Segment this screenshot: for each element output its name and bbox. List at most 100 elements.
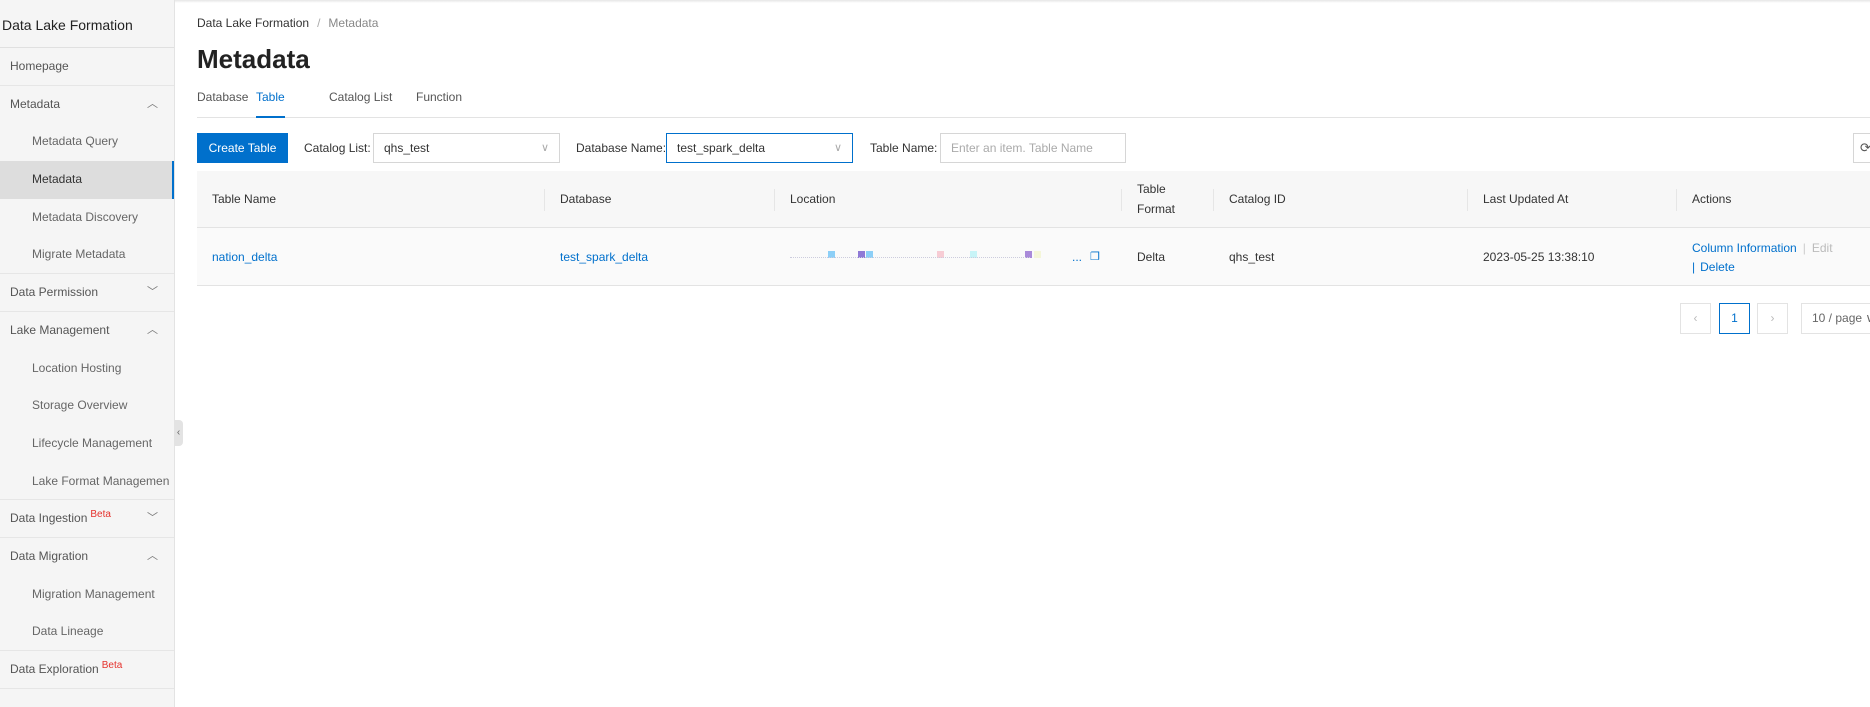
top-shadow [0,0,1870,3]
column-header: Actions [1692,191,1732,206]
chevron-up-icon: ︿ [147,549,158,562]
sidebar-item-metadata[interactable]: Metadata ︿ [0,86,174,124]
sidebar-item-label: Metadata Discovery [32,209,139,224]
sidebar-item-lake-management[interactable]: Lake Management ︿ [0,312,174,350]
column-divider [1121,189,1122,211]
column-header: Catalog ID [1229,191,1286,206]
breadcrumb: Data Lake Formation / Metadata [197,16,378,30]
sidebar-item-metadata-query[interactable]: Metadata Query [0,123,174,161]
chevron-down-icon: ∨ [1865,311,1870,325]
column-divider [544,189,545,211]
sidebar-item-data-ingestion[interactable]: Data Ingestion Beta ﹀ [0,500,174,538]
sidebar-title: Data Lake Formation [0,0,174,48]
sidebar-item-label: Lake Management [10,322,110,337]
next-page-button[interactable]: › [1757,303,1788,334]
beta-badge: Beta [90,509,111,521]
column-header: Database [560,191,612,206]
tab-catalog-list[interactable]: Catalog List [329,90,392,118]
column-header: Table Format [1137,182,1176,216]
refresh-button[interactable]: ⟳ [1853,133,1870,163]
database-name-label: Database Name: [576,141,667,155]
tab-database[interactable]: Database [197,90,248,118]
last-updated-cell: 2023-05-25 13:38:10 [1483,250,1595,264]
table-name-link[interactable]: nation_delta [212,228,277,286]
sidebar-item-metadata-discovery[interactable]: Metadata Discovery [0,199,174,237]
chevron-up-icon: ︿ [147,97,158,110]
breadcrumb-separator: / [317,16,321,30]
table-name-label: Table Name: [870,141,938,155]
sidebar-item-label: Data Permission [10,285,99,300]
table-row: nation_delta test_spark_delta ... ❐ Delt… [197,228,1870,286]
sidebar-item-location-hosting[interactable]: Location Hosting [0,350,174,388]
breadcrumb-root[interactable]: Data Lake Formation [197,16,309,30]
sidebar-item-label: Metadata [10,96,61,111]
edit-link[interactable]: Edit [1812,241,1833,255]
sidebar-item-label: Migration Management [32,586,155,601]
catalog-list-label: Catalog List: [304,141,371,155]
sidebar-item-homepage[interactable]: Homepage [0,48,174,86]
create-table-button[interactable]: Create Table [197,133,288,163]
table-name-input[interactable]: Enter an item. Table Name [940,133,1126,163]
column-header: Location [790,191,836,206]
sidebar-item-data-exploration[interactable]: Data Exploration Beta [0,651,174,689]
chevron-down-icon: ﹀ [147,286,158,299]
catalog-id-cell: qhs_test [1229,250,1275,264]
sidebar-item-storage-overview[interactable]: Storage Overview [0,387,174,425]
sidebar-item-label: Lifecycle Management [32,435,153,450]
copy-icon[interactable]: ❐ [1090,228,1100,286]
location-ellipsis: ... [1072,250,1083,264]
sidebar-item-label: Metadata [32,172,83,187]
collapse-sidebar-handle[interactable]: ‹ [174,420,183,446]
breadcrumb-current: Metadata [328,16,379,30]
table-header: Table Name Database Location Table Forma… [197,171,1870,228]
sidebar-item-label: Location Hosting [32,360,122,375]
sidebar-item-lifecycle-management[interactable]: Lifecycle Management [0,425,174,463]
database-name-value: test_spark_delta [677,141,766,155]
sidebar-item-label: Migrate Metadata [32,247,126,262]
sidebar-item-label: Data Exploration [10,662,99,676]
column-divider [774,189,775,211]
page-title: Metadata [197,44,310,74]
table-format-cell: Delta [1137,250,1166,264]
sidebar-item-migrate-metadata[interactable]: Migrate Metadata [0,236,174,275]
database-link[interactable]: test_spark_delta [560,228,648,286]
sidebar-item-label: Data Lineage [32,624,104,639]
sidebar-item-migration-management[interactable]: Migration Management [0,576,174,614]
actions-cell: Column Information | Edit | Delete [1692,241,1833,274]
sidebar-item-data-migration[interactable]: Data Migration ︿ [0,538,174,576]
tab-table[interactable]: Table [256,90,285,118]
location-cell: ... ❐ [790,228,1110,286]
sidebar-item-data-permission[interactable]: Data Permission ﹀ [0,274,174,312]
sidebar-item-metadata[interactable]: Metadata [0,161,174,199]
sidebar-item-label: Data Ingestion [10,511,88,526]
sidebar-item-label: Metadata Query [32,134,119,149]
chevron-up-icon: ︿ [147,323,158,336]
column-divider [1467,189,1468,211]
catalog-list-select[interactable]: qhs_test ∨ [373,133,560,163]
sidebar-item-label: Homepage [10,59,69,73]
sidebar-item-data-lineage[interactable]: Data Lineage [0,613,174,651]
page-size-select[interactable]: 10 / page ∨ [1801,303,1870,334]
tab-function[interactable]: Function [416,90,462,118]
column-divider [1213,189,1214,211]
redacted-location [790,257,1030,258]
sidebar-item-lake-format-managemen[interactable]: Lake Format Managemen [0,463,174,501]
catalog-list-value: qhs_test [384,141,430,155]
sidebar-item-label: Lake Format Managemen [32,473,170,488]
sidebar-item-label: Data Migration [10,548,89,563]
prev-page-button[interactable]: ‹ [1680,303,1711,334]
sidebar: Data Lake Formation Homepage Metadata ︿ Met… [0,0,175,707]
sidebar-item-label: Storage Overview [32,398,128,413]
beta-badge: Beta [101,660,123,671]
column-divider [1676,189,1677,211]
delete-link[interactable]: Delete [1700,260,1735,274]
column-header: Last Updated At [1483,191,1569,206]
chevron-down-icon: ﹀ [147,512,158,525]
page-1-button[interactable]: 1 [1719,303,1750,334]
column-information-link[interactable]: Column Information [1692,241,1797,255]
chevron-down-icon: ∨ [540,142,549,154]
page-size-value: 10 / page [1812,311,1863,325]
tab-bar: Database Table Catalog List Function [197,88,1870,118]
chevron-down-icon: ∨ [833,142,842,154]
database-name-select[interactable]: test_spark_delta ∨ [666,133,853,163]
